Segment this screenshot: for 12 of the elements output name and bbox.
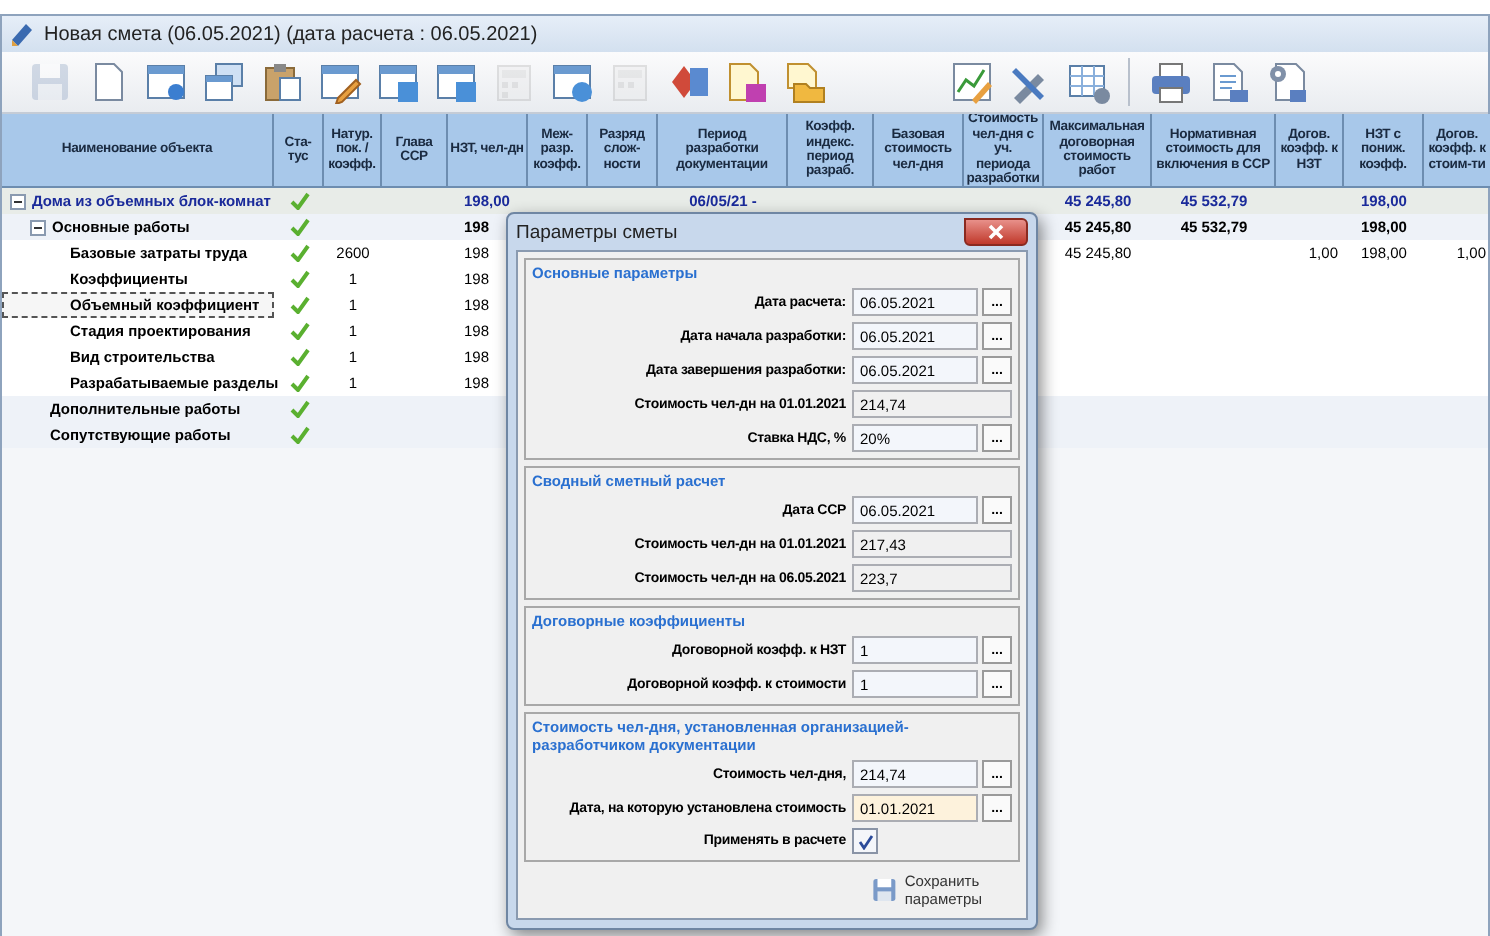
- window-title: Новая смета (06.05.2021) (дата расчета : 06.05.2021): [44, 23, 538, 45]
- apply-checkbox[interactable]: [852, 828, 878, 854]
- chart-pencil-button[interactable]: [948, 58, 996, 106]
- collapse-icon[interactable]: [10, 193, 26, 209]
- close-icon: [988, 224, 1004, 240]
- close-button[interactable]: [964, 218, 1028, 246]
- printer-button[interactable]: [1146, 58, 1194, 106]
- check-icon: [857, 833, 873, 849]
- app-icon: [10, 22, 34, 46]
- dialog-title: Параметры сметы: [516, 221, 678, 243]
- collapse-icon[interactable]: [30, 219, 46, 235]
- windows-button[interactable]: [200, 58, 248, 106]
